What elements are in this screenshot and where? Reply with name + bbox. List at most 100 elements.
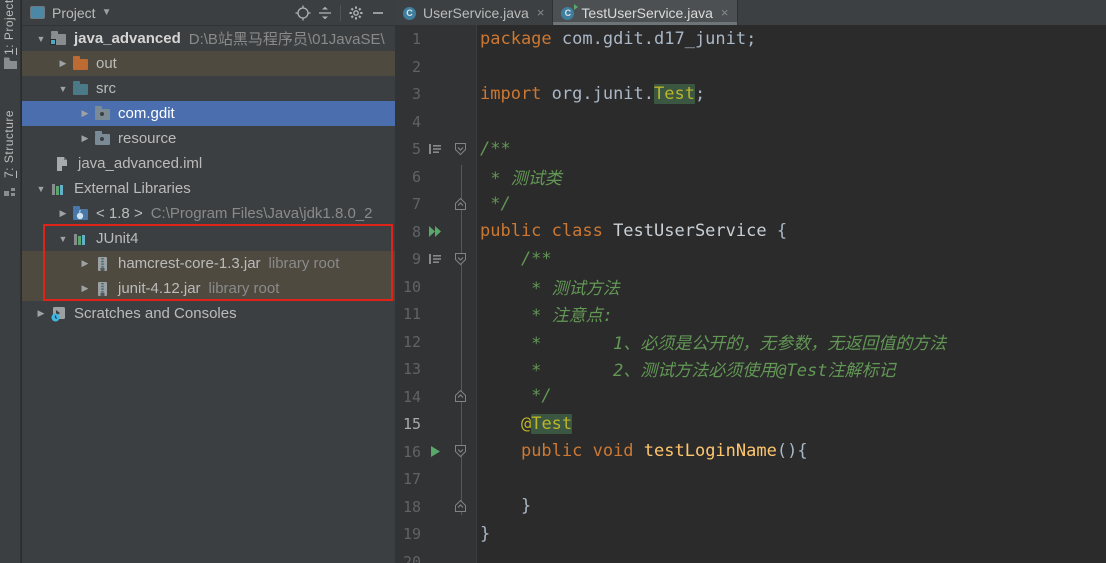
code-editor[interactable]: 1 package com.gdit.d17_junit; 2 3 import org… xyxy=(395,25,1106,563)
code-line-11[interactable]: 11 * 注意点: xyxy=(395,300,1106,328)
tab-label: TestUserService.java xyxy=(581,4,713,21)
code-text: @Test xyxy=(520,413,573,434)
code-line-13[interactable]: 13 * 2、测试方法必须使用@Test注解标记 xyxy=(395,355,1106,383)
hide-panel-icon[interactable] xyxy=(367,3,389,23)
line-number: 12 xyxy=(402,332,421,351)
project-folder-icon xyxy=(3,56,18,74)
editor-tab-userservice-java[interactable]: C UserService.java × xyxy=(395,0,554,25)
structure-icon xyxy=(3,184,17,202)
chevron-right-icon[interactable]: ▶ xyxy=(54,58,72,69)
library-icon xyxy=(72,231,90,247)
fold-end-icon[interactable] xyxy=(449,389,471,403)
line-number: 1 xyxy=(411,30,421,49)
code-line-9[interactable]: 9 /** xyxy=(395,245,1106,273)
fold-collapse-icon[interactable] xyxy=(449,252,471,266)
code-text: /** xyxy=(480,138,511,159)
code-line-17[interactable]: 17 xyxy=(395,465,1106,493)
code-text: /** xyxy=(480,248,552,269)
code-line-6[interactable]: 6 * 测试类 xyxy=(395,163,1106,191)
code-text: public void testLoginName(){ xyxy=(520,441,808,462)
chevron-down-icon[interactable]: ▼ xyxy=(32,34,50,44)
code-line-10[interactable]: 10 * 测试方法 xyxy=(395,273,1106,301)
code-text: * 2、测试方法必须使用@Test注解标记 xyxy=(480,361,896,382)
tree-item-junit-4.12.jar[interactable]: ▶ junit-4.12.jar library root xyxy=(22,276,395,301)
tree-item-java-advanced.iml[interactable]: java_advanced.iml xyxy=(22,151,395,176)
fold-collapse-icon[interactable] xyxy=(449,444,471,458)
line-number: 20 xyxy=(402,552,421,563)
fold-end-icon[interactable] xyxy=(449,499,471,513)
tool-window-stripe: 1: Project 7: Structure xyxy=(0,0,21,563)
tab-label: UserService.java xyxy=(423,4,529,21)
tree-item-external-libraries[interactable]: ▼ External Libraries xyxy=(22,176,395,201)
run-class-icon[interactable] xyxy=(421,225,449,238)
code-line-15[interactable]: 15 @Test xyxy=(395,410,1106,438)
code-line-19[interactable]: 19} xyxy=(395,520,1106,548)
tree-item-hamcrest-core-1.3.jar[interactable]: ▶ hamcrest-core-1.3.jar library root xyxy=(22,251,395,276)
line-number: 16 xyxy=(402,442,421,461)
line-number: 7 xyxy=(411,195,421,214)
tree-item--1.8-[interactable]: ▶ < 1.8 > C:\Program Files\Java\jdk1.8.0_2 xyxy=(22,201,395,226)
tree-item-label: junit-4.12.jar xyxy=(118,280,201,297)
close-tab-icon[interactable]: × xyxy=(721,5,729,20)
code-line-12[interactable]: 12 * 1、必须是公开的，无参数，无返回值的方法 xyxy=(395,328,1106,356)
collapse-all-icon[interactable] xyxy=(314,3,336,23)
line-number: 11 xyxy=(402,305,421,324)
chevron-right-icon[interactable]: ▶ xyxy=(76,283,94,294)
java-class-icon: C xyxy=(402,5,418,21)
editor-area: C UserService.java × C TestUserService.java ×… xyxy=(395,0,1106,563)
tree-item-scratches-and-consoles[interactable]: ▶ Scratches and Consoles xyxy=(22,301,395,326)
intellij-window: 1: Project 7: Structure Project ▼ ▼ java… xyxy=(0,0,1106,563)
tree-item-src[interactable]: ▼ src xyxy=(22,76,395,101)
code-line-16[interactable]: 16 public void testLoginName(){ xyxy=(395,438,1106,466)
code-text: * 测试方法 xyxy=(480,278,620,299)
jar-file-icon xyxy=(94,281,112,297)
chevron-down-icon[interactable]: ▼ xyxy=(102,7,112,18)
chevron-down-icon[interactable]: ▼ xyxy=(32,184,50,194)
fold-collapse-icon[interactable] xyxy=(449,142,471,156)
code-line-4[interactable]: 4 xyxy=(395,108,1106,136)
code-line-8[interactable]: 8 public class TestUserService { xyxy=(395,218,1106,246)
tool-window-button-project[interactable]: 1: Project xyxy=(2,0,16,55)
folder-orange-icon xyxy=(72,55,90,72)
editor-tab-testuserservice-java[interactable]: C TestUserService.java × xyxy=(553,0,738,25)
project-tree: ▼ java_advanced D:\B站黑马程序员\01JavaSE\ ▶ out ▼ s… xyxy=(22,26,395,326)
chevron-right-icon[interactable]: ▶ xyxy=(76,108,94,119)
line-number: 10 xyxy=(402,277,421,296)
code-line-14[interactable]: 14 */ xyxy=(395,383,1106,411)
close-tab-icon[interactable]: × xyxy=(537,5,545,20)
tree-item-resource[interactable]: ▶ resource xyxy=(22,126,395,151)
code-text: } xyxy=(480,523,491,544)
tree-item-com.gdit[interactable]: ▶ com.gdit xyxy=(22,101,395,126)
settings-gear-icon[interactable] xyxy=(345,3,367,23)
line-number: 9 xyxy=(411,250,421,269)
code-line-20[interactable]: 20 xyxy=(395,548,1106,563)
chevron-right-icon[interactable]: ▶ xyxy=(54,208,72,219)
fold-end-icon[interactable] xyxy=(449,197,471,211)
rendered-doc-toggle-icon xyxy=(421,143,449,155)
tree-item-java-advanced[interactable]: ▼ java_advanced D:\B站黑马程序员\01JavaSE\ xyxy=(22,26,395,51)
chevron-right-icon[interactable]: ▶ xyxy=(76,133,94,144)
locate-icon[interactable] xyxy=(292,3,314,23)
line-number: 14 xyxy=(402,387,421,406)
project-panel-title[interactable]: Project xyxy=(52,5,96,21)
code-line-2[interactable]: 2 xyxy=(395,53,1106,81)
code-line-3[interactable]: 3 import org.junit.Test; xyxy=(395,80,1106,108)
chevron-down-icon[interactable]: ▼ xyxy=(54,84,72,94)
code-line-1[interactable]: 1 package com.gdit.d17_junit; xyxy=(395,25,1106,53)
chevron-down-icon[interactable]: ▼ xyxy=(54,234,72,244)
code-line-18[interactable]: 18 } xyxy=(395,493,1106,521)
tree-item-suffix: C:\Program Files\Java\jdk1.8.0_2 xyxy=(150,205,373,222)
chevron-right-icon[interactable]: ▶ xyxy=(32,308,50,319)
jar-file-icon xyxy=(94,256,112,272)
run-method-icon[interactable] xyxy=(421,445,449,458)
code-line-5[interactable]: 5 /** xyxy=(395,135,1106,163)
tree-item-out[interactable]: ▶ out xyxy=(22,51,395,76)
tree-item-junit4[interactable]: ▼ JUnit4 xyxy=(22,226,395,251)
jdk-folder-icon xyxy=(72,205,90,222)
chevron-right-icon[interactable]: ▶ xyxy=(76,258,94,269)
code-text: import org.junit.Test; xyxy=(480,83,706,104)
code-line-7[interactable]: 7 */ xyxy=(395,190,1106,218)
tool-window-button-structure[interactable]: 7: Structure xyxy=(2,78,16,178)
tree-item-label: JUnit4 xyxy=(96,230,139,247)
tree-item-label: resource xyxy=(118,130,177,147)
